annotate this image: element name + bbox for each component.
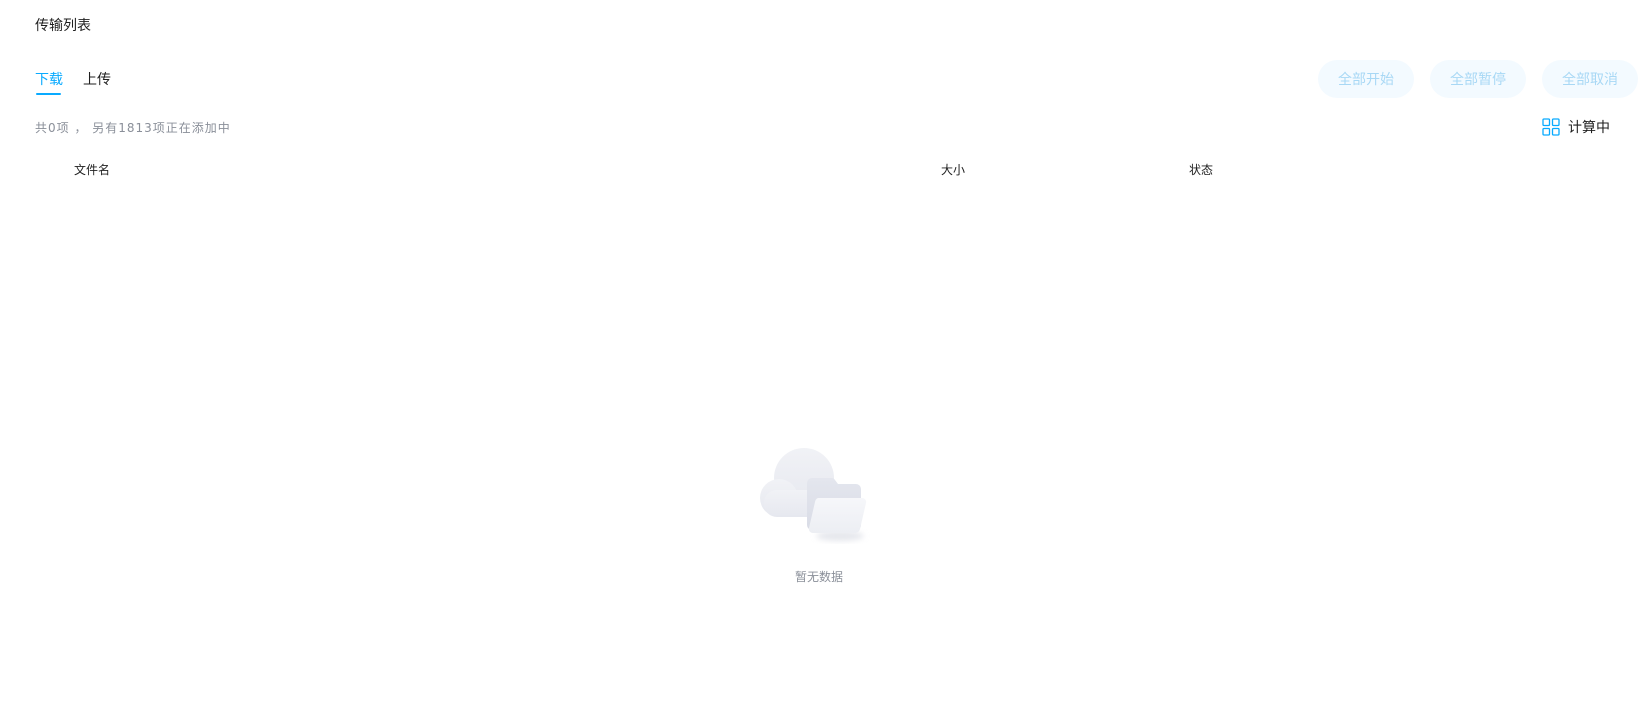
tab-download[interactable]: 下载: [35, 69, 63, 95]
column-header-status[interactable]: 状态: [1189, 161, 1213, 178]
tab-upload[interactable]: 上传: [83, 69, 111, 95]
pause-all-button[interactable]: 全部暂停: [1430, 60, 1526, 98]
table-header: 文件名 大小 状态: [0, 161, 1638, 181]
calculating-label: 计算中: [1568, 120, 1610, 136]
empty-state-text: 暂无数据: [794, 570, 843, 584]
batch-actions: 全部开始 全部暂停 全部取消: [1318, 60, 1638, 98]
column-header-filename[interactable]: 文件名: [74, 161, 110, 178]
column-header-size[interactable]: 大小: [941, 161, 965, 178]
empty-state: 暂无数据: [0, 440, 1638, 585]
cancel-all-button[interactable]: 全部取消: [1542, 60, 1638, 98]
transfer-list-page: 传输列表 下载 上传 全部开始 全部暂停 全部取消 共0项 ， 另有1813项正…: [0, 0, 1638, 711]
cloud-folder-icon: [760, 448, 867, 541]
calculating-toggle[interactable]: 计算中: [1542, 117, 1610, 137]
grid-icon: [1542, 118, 1560, 136]
page-title: 传输列表: [35, 18, 91, 34]
transfer-summary: 共0项 ， 另有1813项正在添加中: [35, 121, 231, 135]
start-all-button[interactable]: 全部开始: [1318, 60, 1414, 98]
transfer-tabs: 下载 上传: [35, 69, 111, 95]
